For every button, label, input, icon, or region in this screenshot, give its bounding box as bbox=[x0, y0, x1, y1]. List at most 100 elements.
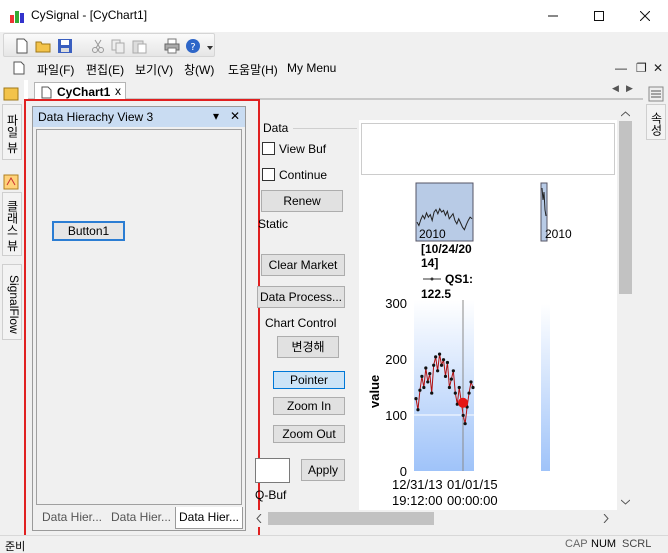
overview-thumbnail-1-label: 2010 bbox=[419, 227, 446, 241]
tooltip-series-name: QS1: bbox=[445, 272, 473, 286]
data-point bbox=[430, 391, 434, 395]
tab-properties[interactable]: 속성 bbox=[646, 104, 666, 140]
menu-view[interactable]: 보기(V) bbox=[135, 61, 173, 78]
paste-icon[interactable] bbox=[131, 38, 147, 54]
y-tick-100: 100 bbox=[385, 408, 407, 423]
open-folder-icon[interactable] bbox=[35, 38, 51, 54]
tab-signalflow[interactable]: SignalFlow bbox=[2, 264, 22, 340]
chart-area: 2010 2010 [10/24/20 14] QS1: 122.5 300 2… bbox=[359, 120, 619, 510]
continue-checkbox[interactable] bbox=[262, 168, 275, 181]
vertical-scrollbar[interactable] bbox=[617, 107, 634, 510]
data-point bbox=[436, 369, 440, 373]
horizontal-scrollbar[interactable] bbox=[253, 510, 634, 527]
data-point bbox=[471, 385, 475, 390]
highlight-point[interactable] bbox=[458, 397, 468, 408]
scroll-right-icon[interactable] bbox=[603, 514, 609, 523]
svg-text:?: ? bbox=[190, 42, 195, 53]
new-file-icon[interactable] bbox=[14, 38, 30, 54]
plot-area-2 bbox=[541, 304, 550, 471]
data-point bbox=[443, 374, 448, 378]
data-point bbox=[424, 366, 428, 370]
maximize-button[interactable] bbox=[576, 0, 622, 32]
doc-tab-close-icon[interactable]: x bbox=[115, 84, 121, 98]
minimize-button[interactable] bbox=[530, 0, 576, 32]
chart-svg[interactable]: 2010 2010 [10/24/20 14] QS1: 122.5 300 2… bbox=[359, 120, 619, 510]
group-divider bbox=[293, 128, 357, 129]
menu-window[interactable]: 창(W) bbox=[184, 61, 214, 78]
highlight-frame bbox=[24, 99, 260, 537]
pointer-button[interactable]: Pointer bbox=[273, 371, 345, 389]
window-title: CySignal - [CyChart1] bbox=[31, 8, 148, 22]
data-point bbox=[432, 363, 436, 367]
data-point bbox=[434, 355, 438, 359]
data-point bbox=[418, 388, 422, 392]
data-point bbox=[451, 369, 455, 373]
zoom-out-button[interactable]: Zoom Out bbox=[273, 425, 345, 443]
q-buf-label: Q-Buf bbox=[255, 488, 287, 502]
menu-my-menu[interactable]: My Menu bbox=[287, 61, 336, 75]
scroll-up-icon[interactable] bbox=[621, 111, 630, 117]
view-buf-checkbox[interactable] bbox=[262, 142, 275, 155]
close-icon bbox=[640, 11, 650, 21]
menu-help[interactable]: 도움말(H) bbox=[228, 61, 278, 78]
value-input[interactable] bbox=[255, 458, 290, 483]
cut-icon[interactable] bbox=[90, 38, 106, 54]
tab-scroll-right-icon[interactable]: ▶ bbox=[626, 83, 633, 94]
app-icon bbox=[10, 11, 24, 23]
menu-bar: 파일(F) 편집(E) 보기(V) 창(W) 도움말(H) My Menu — … bbox=[0, 58, 668, 80]
minimize-icon bbox=[548, 15, 558, 17]
y-axis-label: value bbox=[367, 375, 382, 408]
title-bar: CySignal - [CyChart1] bbox=[0, 0, 668, 32]
class-view-icon bbox=[3, 174, 19, 190]
data-point bbox=[445, 360, 450, 365]
print-icon[interactable] bbox=[164, 38, 180, 54]
menu-edit[interactable]: 편집(E) bbox=[86, 61, 124, 78]
toolbar-overflow-icon[interactable] bbox=[207, 44, 213, 52]
tab-scroll-left-icon[interactable]: ◀ bbox=[612, 83, 619, 94]
data-point bbox=[469, 380, 473, 384]
data-point bbox=[449, 377, 453, 381]
chart-control-panel: Data View Buf Continue Renew Static Clea… bbox=[253, 120, 357, 530]
help-icon[interactable]: ? bbox=[185, 38, 201, 54]
vertical-scroll-thumb[interactable] bbox=[619, 121, 632, 294]
mdi-minimize-button[interactable]: — bbox=[615, 61, 627, 75]
scroll-left-icon[interactable] bbox=[256, 514, 262, 523]
tab-file-view[interactable]: 파일 뷰 bbox=[2, 104, 22, 160]
scroll-down-icon[interactable] bbox=[621, 499, 630, 505]
data-point bbox=[422, 385, 426, 390]
data-point bbox=[463, 422, 467, 426]
data-point bbox=[416, 408, 420, 412]
data-point bbox=[453, 391, 457, 395]
tooltip-date-line1: [10/24/20 bbox=[421, 242, 472, 256]
zoom-in-button[interactable]: Zoom In bbox=[273, 397, 345, 415]
data-point bbox=[420, 374, 424, 378]
mdi-close-button[interactable]: ✕ bbox=[653, 61, 663, 75]
data-process-button[interactable]: Data Process... bbox=[257, 286, 345, 308]
copy-icon[interactable] bbox=[110, 38, 126, 54]
save-icon[interactable] bbox=[57, 38, 73, 54]
x-tick-2-line1: 01/01/15 bbox=[447, 477, 498, 492]
renew-button[interactable]: Renew bbox=[261, 190, 343, 212]
x-tick-1-line1: 12/31/13 bbox=[392, 477, 443, 492]
clear-market-button[interactable]: Clear Market bbox=[261, 254, 345, 276]
data-group-label: Data bbox=[263, 121, 289, 135]
tooltip-value: 122.5 bbox=[421, 287, 451, 301]
toolbar: ? bbox=[0, 32, 668, 58]
document-icon bbox=[41, 86, 52, 99]
menu-file[interactable]: 파일(F) bbox=[37, 61, 74, 78]
change-button[interactable]: 변경해 bbox=[277, 336, 339, 358]
close-button[interactable] bbox=[622, 0, 668, 32]
x-tick-1-line2: 19:12:00 bbox=[392, 493, 443, 508]
horizontal-scroll-thumb[interactable] bbox=[268, 512, 434, 525]
document-tab-strip: CyChart1 x ◀ ▶ bbox=[28, 80, 643, 101]
mdi-restore-button[interactable]: ❐ bbox=[636, 61, 647, 75]
static-label: Static bbox=[258, 217, 289, 231]
status-text: 준비 bbox=[5, 541, 26, 553]
data-point bbox=[437, 352, 442, 356]
maximize-icon bbox=[594, 11, 604, 21]
doc-tab-label: CyChart1 bbox=[57, 85, 111, 99]
tab-class-view[interactable]: 클래스 뷰 bbox=[2, 192, 22, 256]
data-point bbox=[457, 385, 461, 390]
standard-toolbar: ? bbox=[3, 33, 215, 57]
apply-button[interactable]: Apply bbox=[301, 459, 345, 481]
